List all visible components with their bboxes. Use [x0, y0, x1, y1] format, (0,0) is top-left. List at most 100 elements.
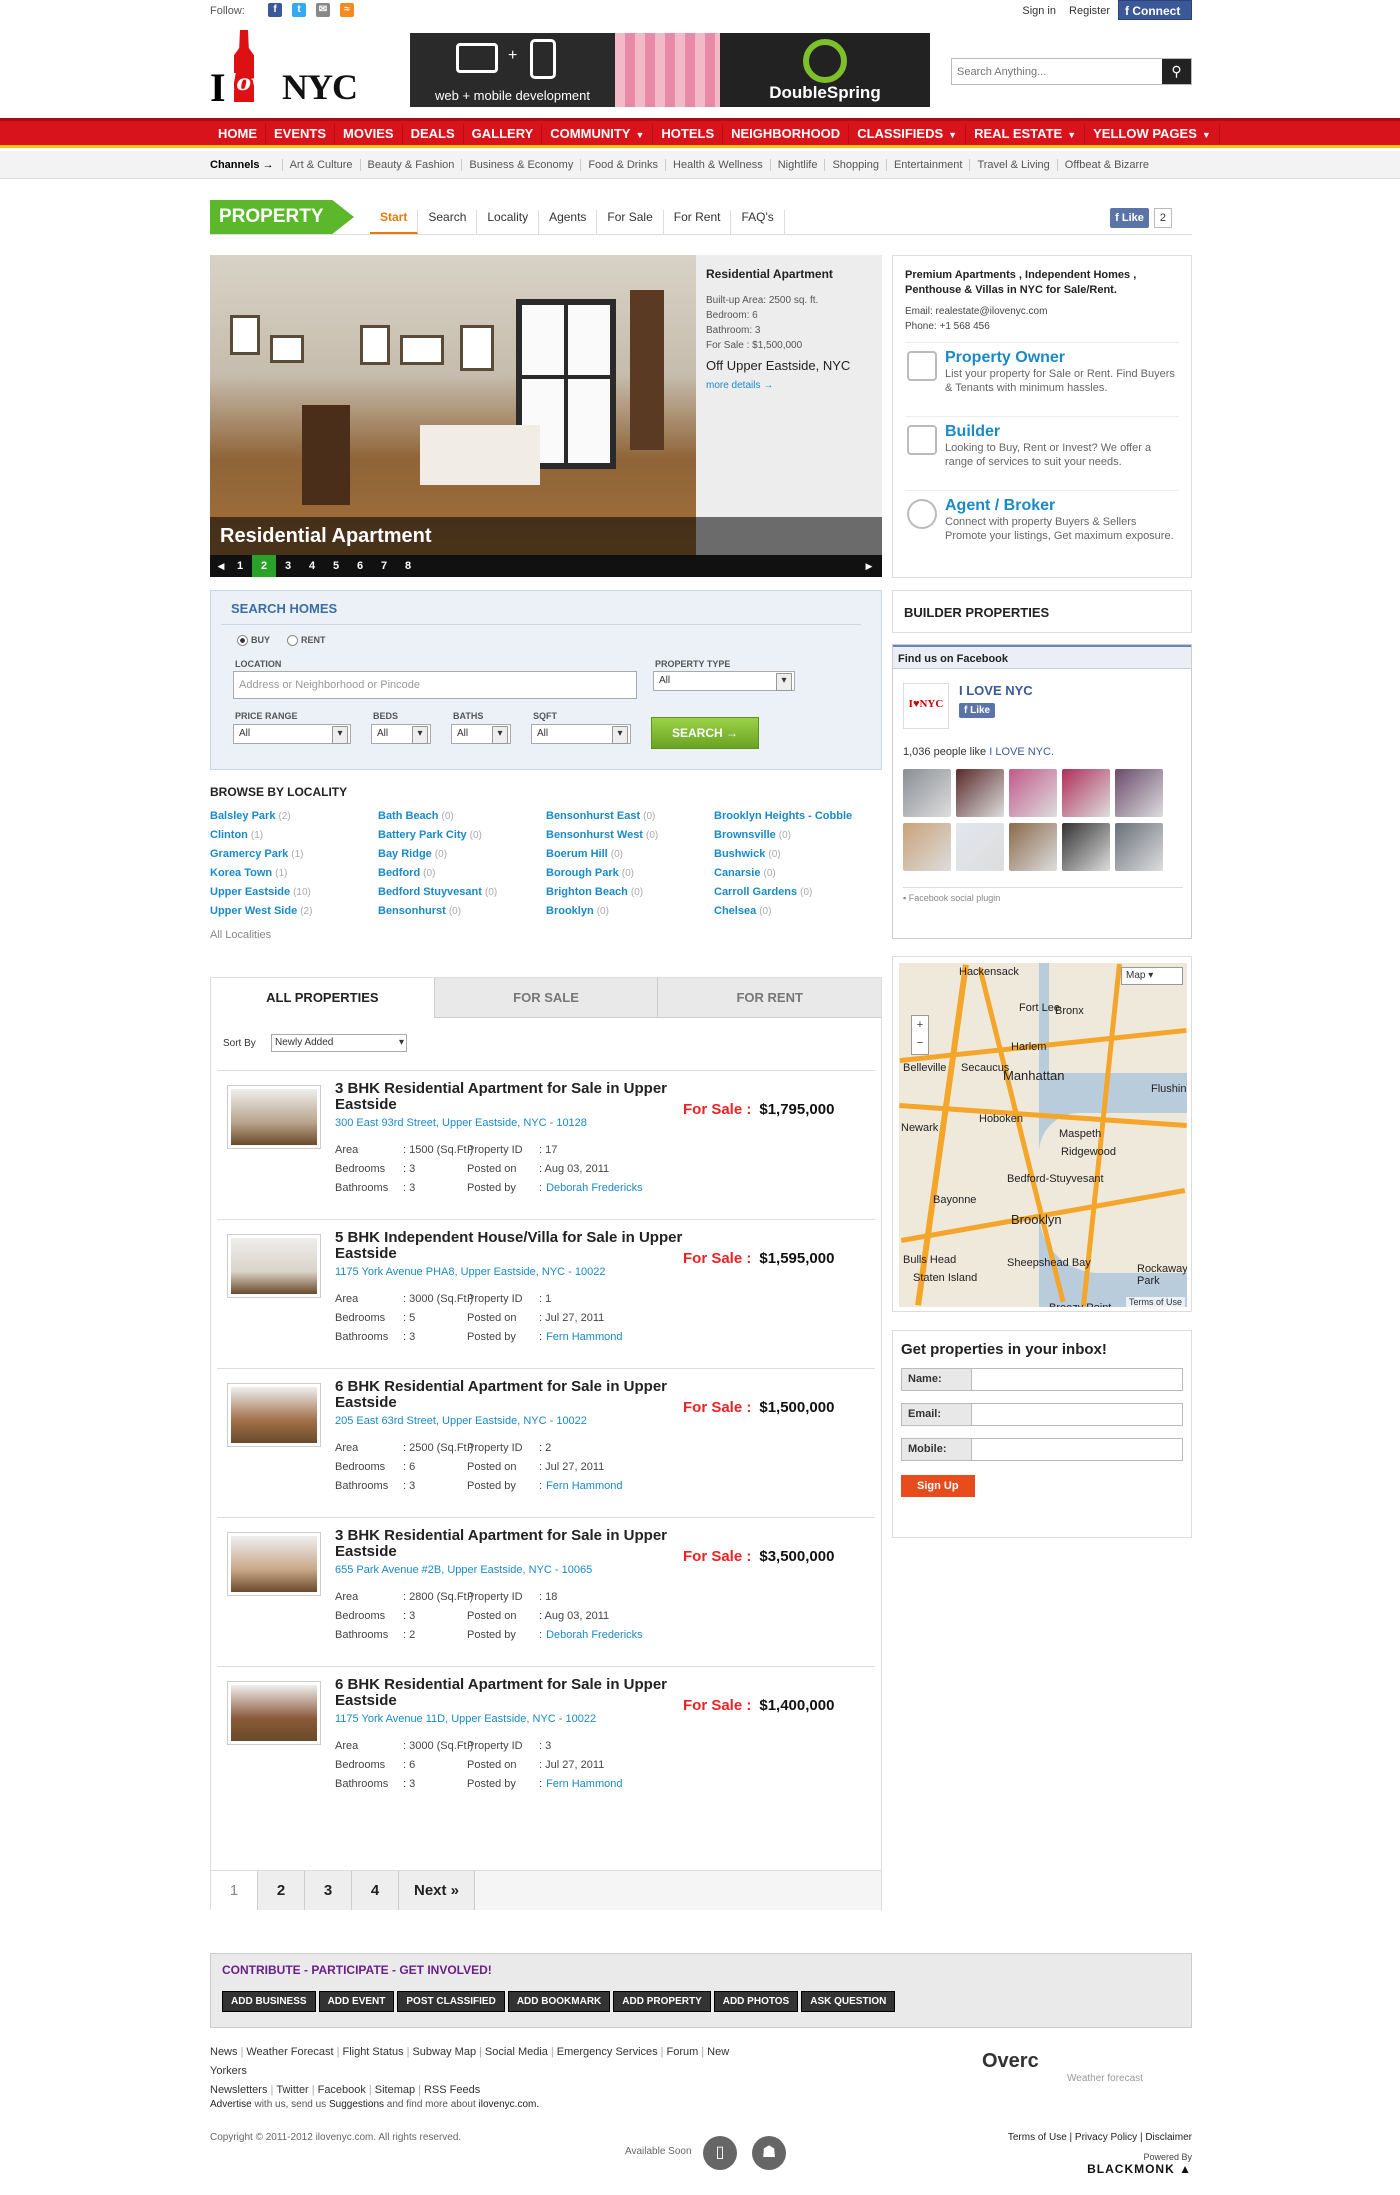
facebook-icon[interactable]: f: [268, 3, 282, 17]
email-icon[interactable]: ✉: [316, 3, 330, 17]
site-logo[interactable]: I love NYC: [210, 30, 360, 110]
property-address[interactable]: 1175 York Avenue 11D, Upper Eastside, NY…: [335, 1713, 596, 1725]
property-title[interactable]: 3 BHK Residential Apartment for Sale in …: [335, 1081, 695, 1113]
map-terms-link[interactable]: Terms of Use: [1125, 1297, 1185, 1307]
channel-health-wellness[interactable]: Health & Wellness: [665, 159, 770, 171]
locality-name[interactable]: Bedford Stuyvesant: [378, 886, 482, 898]
weather-forecast-link[interactable]: Weather Forecast: [246, 2046, 333, 2058]
property-thumbnail[interactable]: [227, 1085, 321, 1149]
nav-item-gallery[interactable]: GALLERY: [464, 124, 543, 144]
add-property-button[interactable]: ADD PROPERTY: [613, 1991, 711, 2012]
locality-name[interactable]: Canarsie: [714, 867, 760, 879]
locality-name[interactable]: Korea Town: [210, 867, 272, 879]
powered-by[interactable]: Powered By BLACKMONK ▲: [1087, 2152, 1192, 2176]
newsletters-link[interactable]: Newsletters: [210, 2084, 267, 2096]
fan-avatar[interactable]: [1115, 769, 1163, 817]
fan-avatar[interactable]: [1062, 769, 1110, 817]
add-photos-button[interactable]: ADD PHOTOS: [713, 1991, 799, 2012]
search-input[interactable]: [952, 59, 1157, 84]
locality-item[interactable]: Brighton Beach (0): [546, 883, 714, 902]
posted-by-link[interactable]: Fern Hammond: [546, 1778, 622, 1790]
fan-avatar[interactable]: [1115, 823, 1163, 871]
property-address[interactable]: 1175 York Avenue PHA8, Upper Eastside, N…: [335, 1266, 606, 1278]
property-thumbnail[interactable]: [227, 1532, 321, 1596]
locality-name[interactable]: Balsley Park: [210, 810, 275, 822]
facebook-like-widget[interactable]: f Like 2: [1110, 208, 1172, 228]
property-thumbnail[interactable]: [227, 1681, 321, 1745]
slider-page-4[interactable]: 4: [300, 555, 324, 577]
locality-item[interactable]: Bath Beach (0): [378, 807, 546, 826]
locality-name[interactable]: Gramercy Park: [210, 848, 288, 860]
add-bookmark-button[interactable]: ADD BOOKMARK: [507, 1991, 611, 2012]
google-map[interactable]: Map ▾ + − Hackensack Fort Lee Bronx Harlem Ma…: [899, 963, 1187, 1307]
locality-item[interactable]: Borough Park (0): [546, 864, 714, 883]
flight-status-link[interactable]: Flight Status: [342, 2046, 403, 2058]
locality-name[interactable]: Brownsville: [714, 829, 776, 841]
locality-item[interactable]: Balsley Park (2): [210, 807, 378, 826]
locality-item[interactable]: Bay Ridge (0): [378, 845, 546, 864]
channel-nightlife[interactable]: Nightlife: [769, 159, 825, 171]
property-address[interactable]: 300 East 93rd Street, Upper Eastside, NY…: [335, 1117, 587, 1129]
locality-name[interactable]: Carroll Gardens: [714, 886, 797, 898]
social-media-link[interactable]: Social Media: [485, 2046, 548, 2058]
email-field[interactable]: [971, 1403, 1183, 1426]
channel-food-drinks[interactable]: Food & Drinks: [580, 159, 665, 171]
locality-item[interactable]: Brooklyn (0): [546, 902, 714, 921]
locality-item[interactable]: Upper Eastside (10): [210, 883, 378, 902]
sqft-select[interactable]: All: [531, 724, 631, 744]
locality-item[interactable]: Brooklyn Heights - Cobble: [714, 807, 882, 826]
facebook-link[interactable]: Facebook: [318, 2084, 366, 2096]
nav-item-real-estate[interactable]: REAL ESTATE ▼: [966, 124, 1086, 144]
locality-name[interactable]: Brooklyn: [546, 905, 594, 917]
facebook-connect-button[interactable]: f Connect: [1118, 0, 1192, 20]
location-input[interactable]: Address or Neighborhood or Pincode: [233, 671, 637, 699]
posted-by-link[interactable]: Fern Hammond: [546, 1331, 622, 1343]
locality-name[interactable]: Bensonhurst: [378, 905, 446, 917]
add-event-button[interactable]: ADD EVENT: [318, 1991, 395, 2012]
sort-select[interactable]: Newly Added: [271, 1034, 407, 1052]
page-4-button[interactable]: 4: [352, 1871, 399, 1910]
more-details-link[interactable]: more details →: [706, 380, 872, 391]
property-owner-link[interactable]: Property Owner: [945, 349, 1179, 367]
locality-item[interactable]: Battery Park City (0): [378, 826, 546, 845]
nav-item-classifieds[interactable]: CLASSIFIEDS ▼: [849, 124, 967, 144]
sign-up-button[interactable]: Sign Up: [901, 1475, 975, 1497]
locality-item[interactable]: Canarsie (0): [714, 864, 882, 883]
locality-name[interactable]: Bensonhurst West: [546, 829, 643, 841]
prev-arrow-icon[interactable]: ◀: [214, 561, 228, 572]
posted-by-link[interactable]: Fern Hammond: [546, 1480, 622, 1492]
agent-broker-link[interactable]: Agent / Broker: [945, 497, 1179, 515]
search-homes-button[interactable]: SEARCH →: [651, 717, 759, 749]
twitter-link[interactable]: Twitter: [276, 2084, 308, 2096]
property-type-select[interactable]: All: [653, 671, 795, 691]
nav-item-yellow-pages[interactable]: YELLOW PAGES ▼: [1085, 124, 1220, 144]
locality-item[interactable]: Gramercy Park (1): [210, 845, 378, 864]
fan-avatar[interactable]: [956, 769, 1004, 817]
locality-name[interactable]: Battery Park City: [378, 829, 467, 841]
channel-travel-living[interactable]: Travel & Living: [969, 159, 1056, 171]
locality-item[interactable]: Bedford (0): [378, 864, 546, 883]
locality-item[interactable]: Carroll Gardens (0): [714, 883, 882, 902]
locality-item[interactable]: Bensonhurst East (0): [546, 807, 714, 826]
posted-by-link[interactable]: Deborah Fredericks: [546, 1629, 643, 1641]
property-title[interactable]: 5 BHK Independent House/Villa for Sale i…: [335, 1230, 695, 1262]
nav-item-events[interactable]: EVENTS: [266, 124, 336, 144]
tab-search[interactable]: Search: [418, 210, 478, 234]
locality-item[interactable]: Bensonhurst West (0): [546, 826, 714, 845]
sitemap-link[interactable]: Sitemap: [375, 2084, 415, 2096]
facebook-page-logo[interactable]: I♥NYC: [903, 683, 949, 729]
slider-page-3[interactable]: 3: [276, 555, 300, 577]
locality-name[interactable]: Brooklyn Heights - Cobble: [714, 810, 852, 822]
page-1-button[interactable]: 1: [211, 1871, 258, 1910]
advertise-link[interactable]: Advertise: [210, 2099, 252, 2110]
locality-name[interactable]: Clinton: [210, 829, 248, 841]
emergency-services-link[interactable]: Emergency Services: [557, 2046, 658, 2058]
twitter-icon[interactable]: t: [292, 3, 306, 17]
rss-icon[interactable]: ≈: [340, 3, 354, 17]
privacy-policy-link[interactable]: Privacy Policy: [1075, 2132, 1137, 2143]
price-range-select[interactable]: All: [233, 724, 351, 744]
facebook-like-button[interactable]: f Like: [1110, 208, 1149, 228]
slider-page-8[interactable]: 8: [396, 555, 420, 577]
post-classified-button[interactable]: POST CLASSIFIED: [397, 1991, 505, 2012]
property-owner-item[interactable]: Property Owner List your property for Sa…: [905, 342, 1179, 408]
